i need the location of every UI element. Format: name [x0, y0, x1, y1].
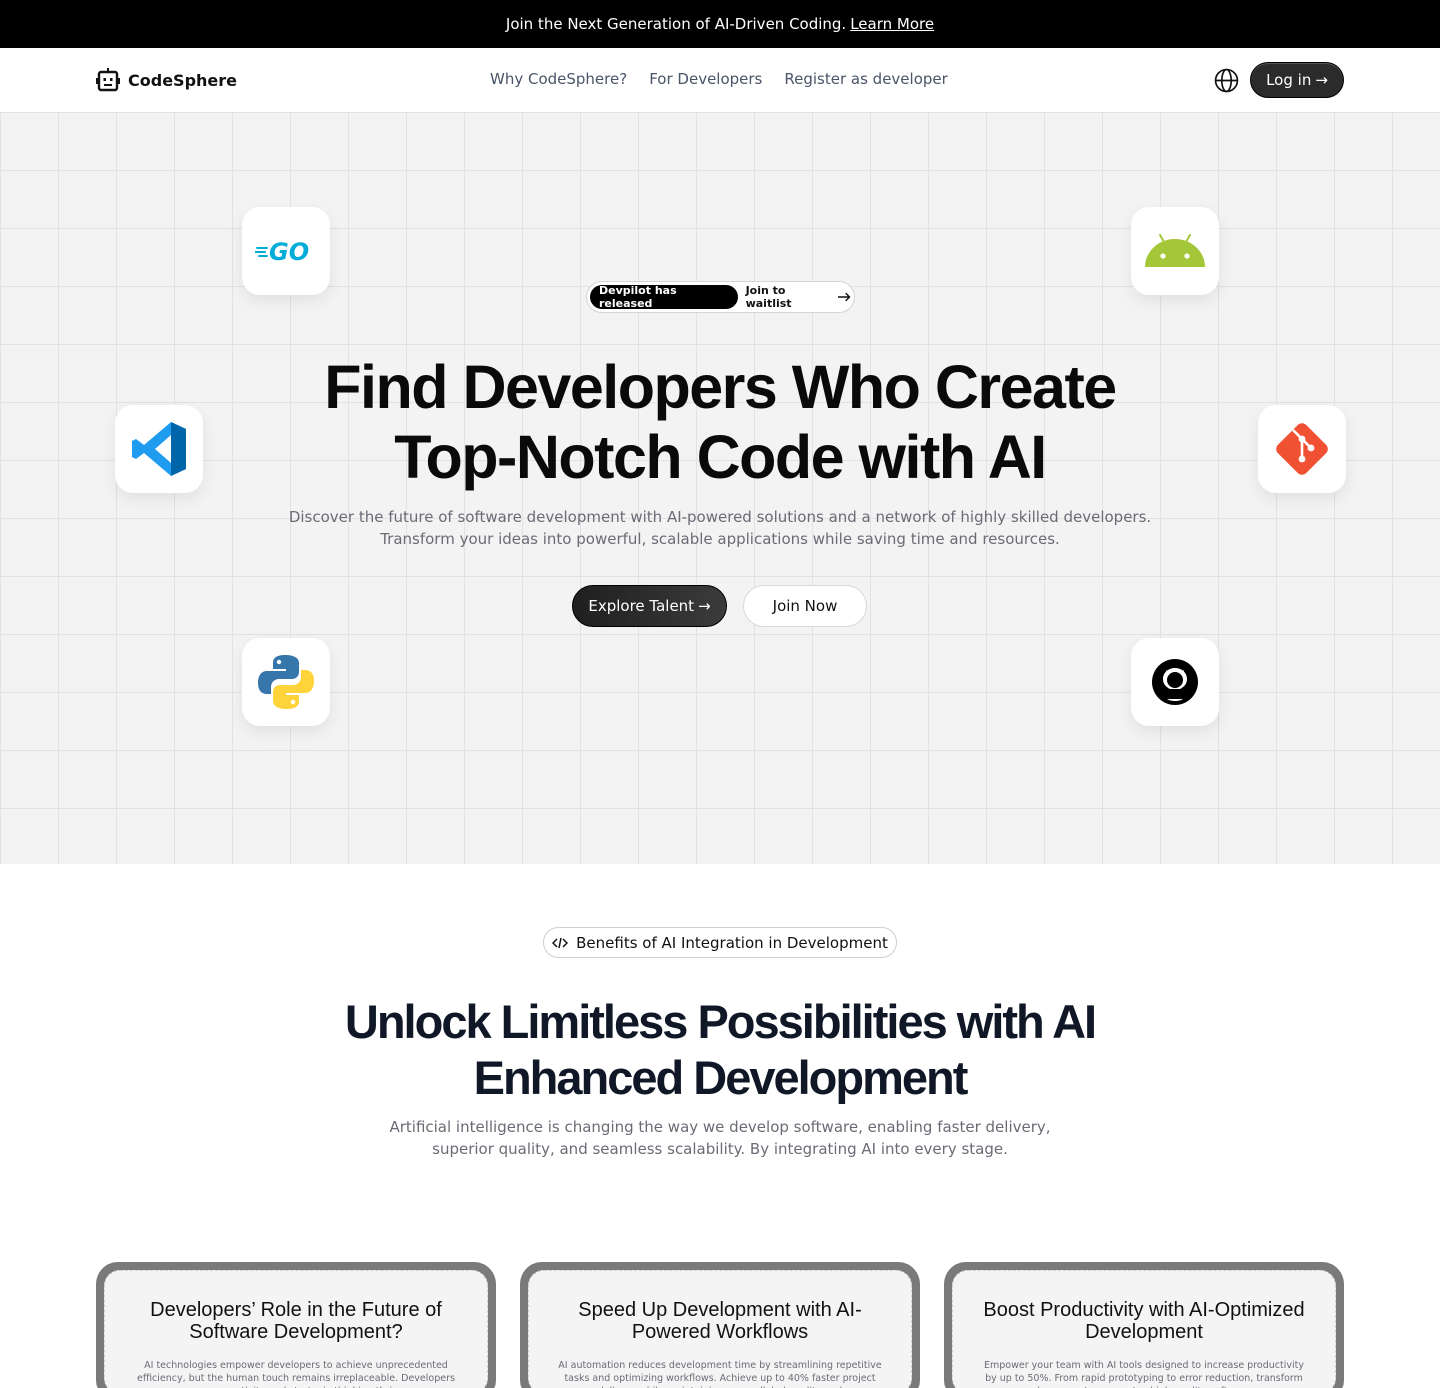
benefit-card-text: Empower your team with AI tools designed…	[984, 1360, 1304, 1388]
robot-icon	[96, 68, 120, 92]
benefit-card-inner: Developers’ Role in the Future of Softwa…	[104, 1270, 488, 1388]
nav-link-register[interactable]: Register as developer	[784, 70, 947, 88]
waitlist-link[interactable]: Join to waitlist	[746, 284, 851, 310]
benefit-card-inner: Boost Productivity with AI-Optimized Dev…	[952, 1270, 1336, 1388]
android-tile	[1131, 207, 1219, 295]
hero-title-line1: Find Developers Who Create	[324, 353, 1117, 421]
login-button[interactable]: Log in →	[1250, 62, 1344, 98]
benefits-pill-label: Benefits of AI Integration in Developmen…	[576, 933, 888, 952]
hero-subtitle-line1: Discover the future of software developm…	[288, 508, 1152, 526]
brand-logo[interactable]: CodeSphere	[96, 68, 237, 92]
github-tile	[1131, 638, 1219, 726]
hero-title: Find Developers Who Create Top-Notch Cod…	[220, 352, 1220, 492]
arrow-right-icon	[837, 292, 851, 302]
benefits-subtitle-line1: Artificial intelligence is changing the …	[389, 1118, 1051, 1136]
benefit-card-text: AI automation reduces development time b…	[558, 1360, 882, 1388]
android-icon	[1145, 234, 1205, 267]
python-tile	[242, 638, 330, 726]
release-badge: Devpilot has released	[590, 284, 738, 310]
login-label: Log in	[1266, 71, 1312, 89]
announcement-text: Join the Next Generation of AI-Driven Co…	[505, 15, 847, 33]
nav-link-why[interactable]: Why CodeSphere?	[490, 70, 627, 88]
benefit-card: Boost Productivity with AI-Optimized Dev…	[944, 1262, 1344, 1388]
github-icon	[1152, 659, 1198, 705]
benefits-subtitle-line2: superior quality, and seamless scalabili…	[432, 1140, 1008, 1158]
navbar: CodeSphere Why CodeSphere? For Developer…	[0, 48, 1440, 112]
go-icon: GO	[255, 238, 309, 265]
vscode-tile	[115, 405, 203, 493]
benefits-pill: Benefits of AI Integration in Developmen…	[543, 927, 897, 958]
arrow-right-icon: →	[1315, 71, 1328, 89]
learn-more-link[interactable]: Learn More	[850, 15, 934, 33]
benefit-card-inner: Speed Up Development with AI-Powered Wor…	[528, 1270, 912, 1388]
git-icon	[1276, 423, 1328, 475]
arrow-right-icon: →	[698, 597, 711, 615]
benefit-card: Developers’ Role in the Future of Softwa…	[96, 1262, 496, 1388]
benefits-subtitle: Artificial intelligence is changing the …	[370, 1116, 1070, 1160]
release-pill[interactable]: Devpilot has released Join to waitlist	[586, 281, 855, 313]
python-icon	[258, 655, 314, 709]
nav-link-developers[interactable]: For Developers	[649, 70, 762, 88]
benefit-card: Speed Up Development with AI-Powered Wor…	[520, 1262, 920, 1388]
waitlist-label: Join to waitlist	[745, 284, 792, 310]
announcement-bar: Join the Next Generation of AI-Driven Co…	[0, 0, 1440, 48]
benefits-title-line1: Unlock Limitless Possibilities with AI	[344, 995, 1097, 1048]
hero-subtitle: Discover the future of software developm…	[270, 506, 1170, 550]
globe-icon[interactable]	[1214, 68, 1239, 93]
git-tile	[1258, 405, 1346, 493]
hero-title-line2: Top-Notch Code with AI	[394, 423, 1047, 491]
explore-talent-button[interactable]: Explore Talent →	[572, 585, 727, 627]
join-now-button[interactable]: Join Now	[743, 585, 867, 627]
explore-talent-label: Explore Talent	[588, 597, 695, 615]
vscode-icon	[132, 422, 186, 476]
go-tile: GO	[242, 207, 330, 295]
brand-name: CodeSphere	[128, 70, 237, 90]
code-icon	[552, 937, 569, 948]
benefit-card-title: Developers’ Role in the Future of Softwa…	[150, 1299, 442, 1343]
hero-subtitle-line2: Transform your ideas into powerful, scal…	[380, 530, 1060, 548]
benefits-title: Unlock Limitless Possibilities with AI E…	[300, 994, 1140, 1106]
benefit-card-text: AI technologies empower developers to ac…	[137, 1360, 455, 1388]
nav-links: Why CodeSphere? For Developers Register …	[490, 70, 948, 88]
benefit-card-title: Boost Productivity with AI-Optimized Dev…	[983, 1299, 1305, 1343]
join-now-label: Join Now	[772, 597, 838, 615]
benefits-title-line2: Enhanced Development	[473, 1051, 969, 1104]
svg-text:GO: GO	[269, 238, 309, 265]
benefit-card-title: Speed Up Development with AI-Powered Wor…	[578, 1299, 862, 1343]
